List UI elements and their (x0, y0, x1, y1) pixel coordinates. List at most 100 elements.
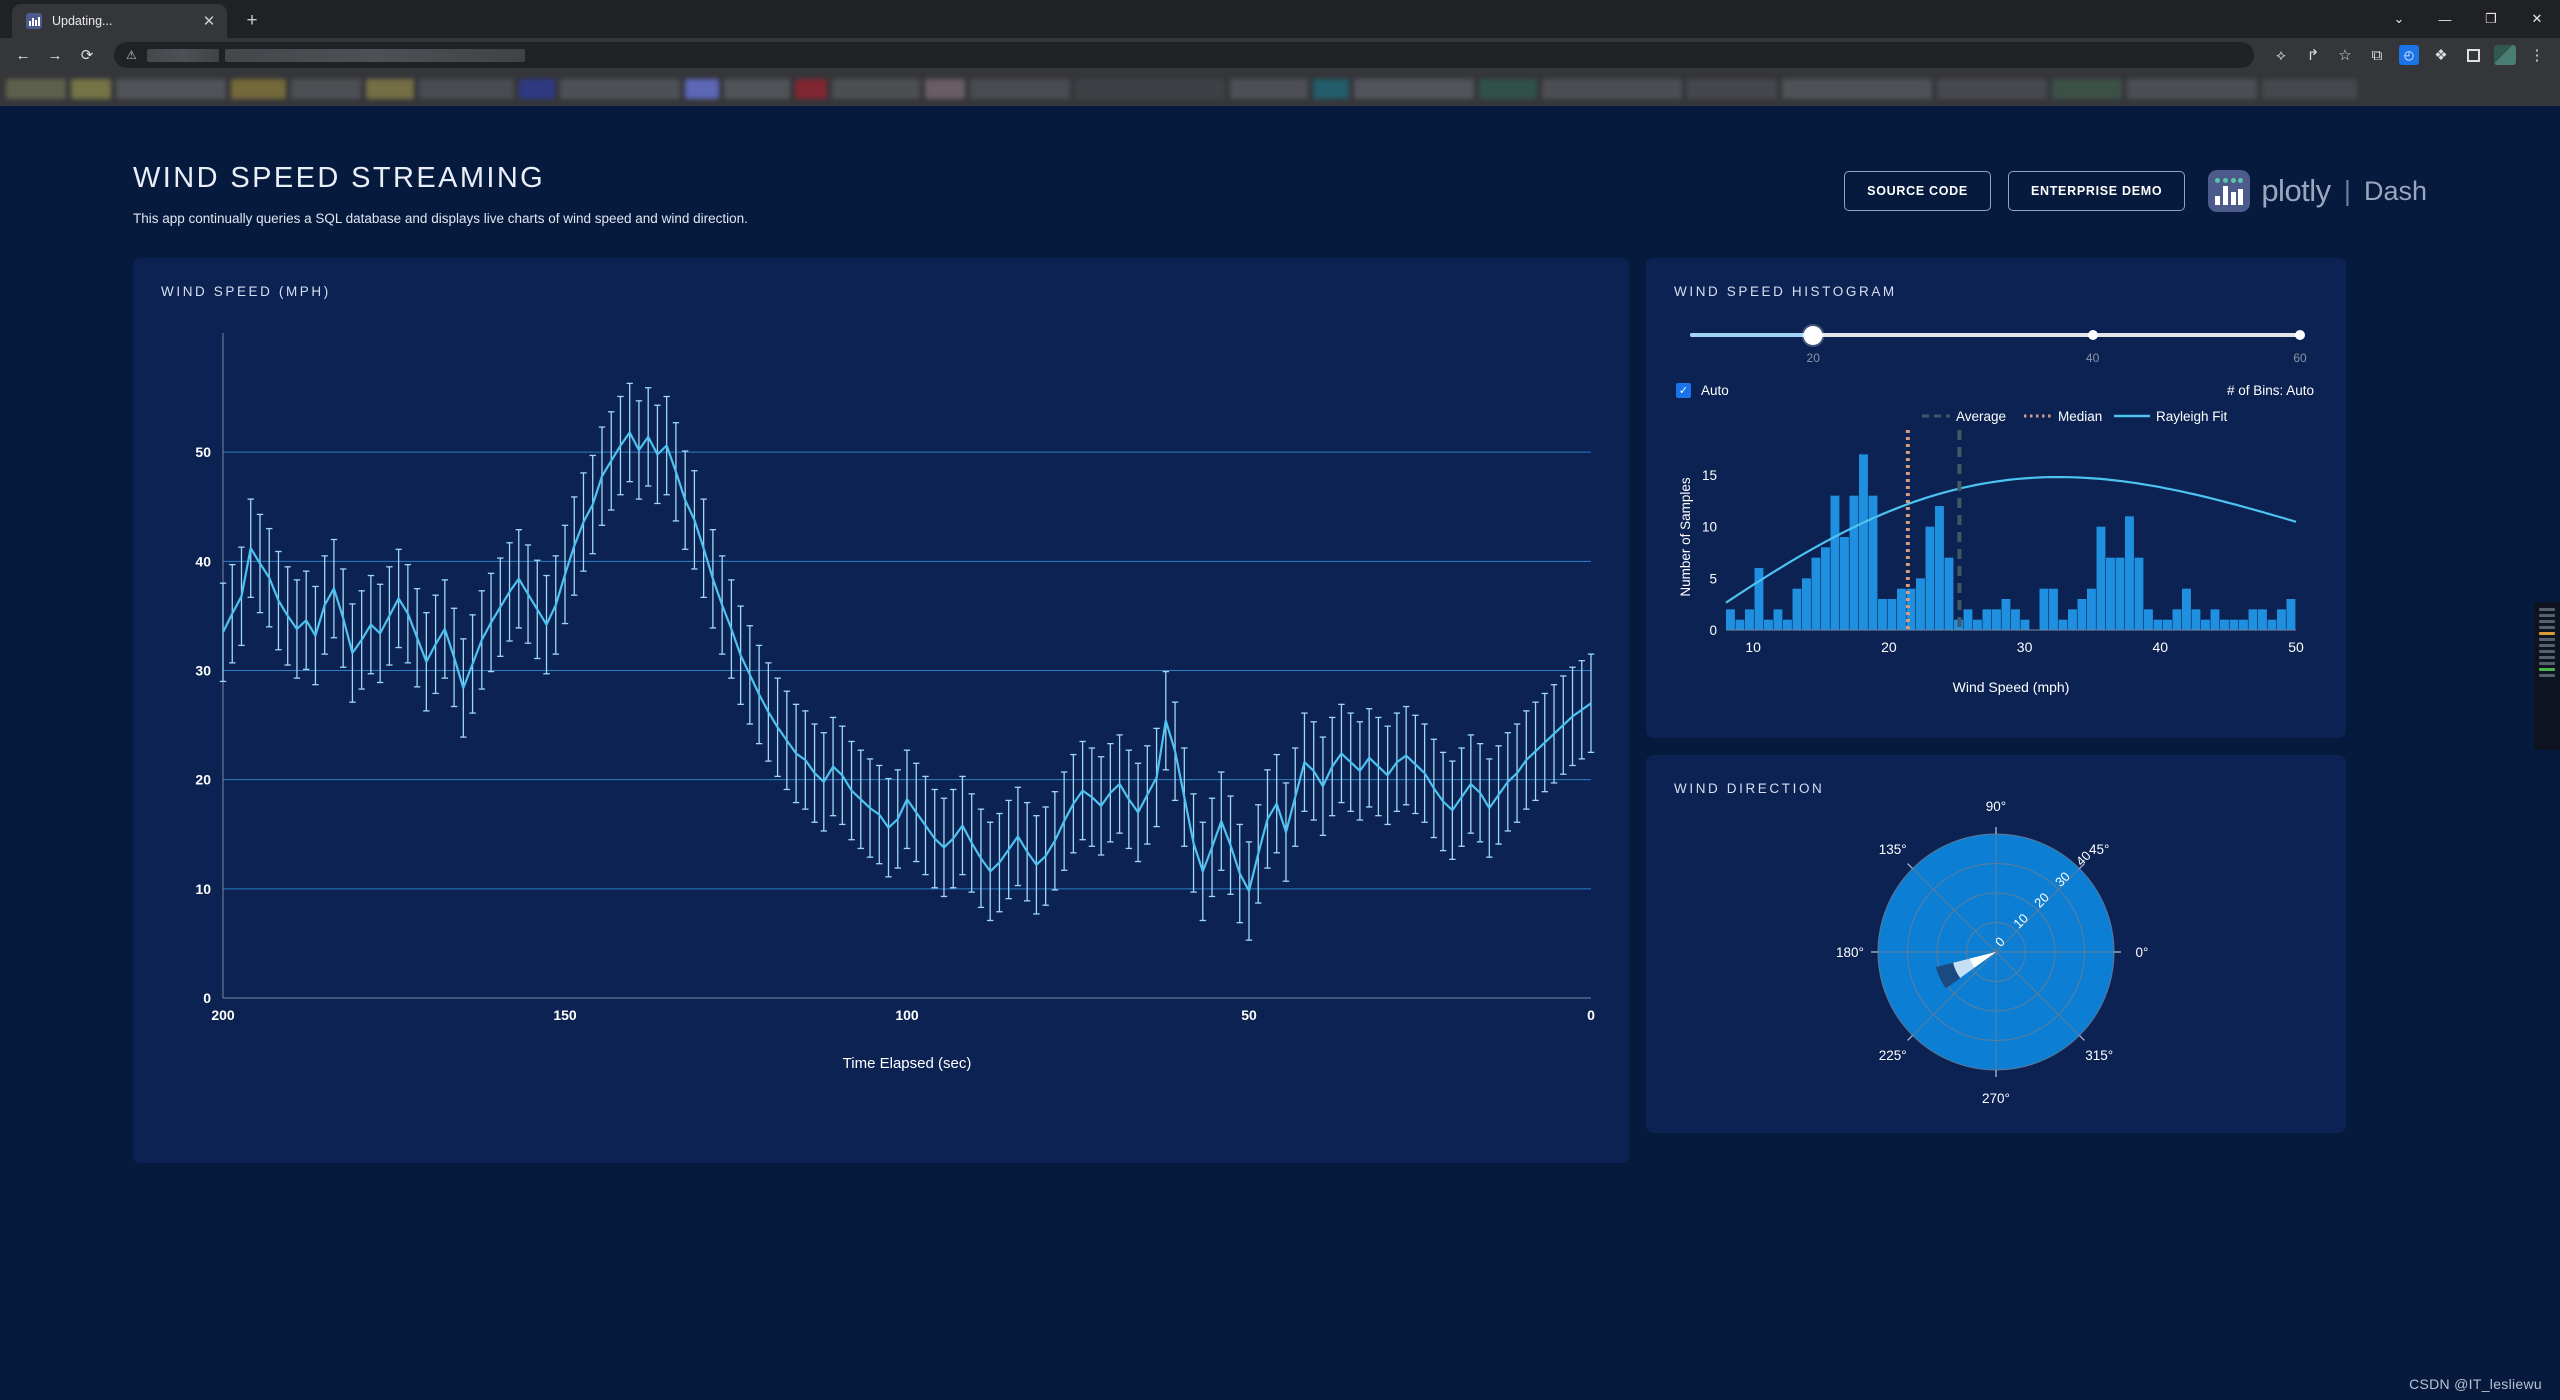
svg-text:100: 100 (895, 1007, 919, 1023)
forward-icon[interactable]: → (40, 41, 70, 69)
bookmark-item[interactable] (685, 79, 719, 99)
svg-text:180°: 180° (1836, 945, 1864, 960)
reload-icon[interactable]: ⟳ (72, 41, 102, 69)
bookmark-item[interactable] (1542, 79, 1682, 99)
right-column: WIND SPEED HISTOGRAM 20 40 60 ✓ Auto # o… (1646, 258, 2346, 1133)
bookmark-item[interactable] (1230, 79, 1308, 99)
source-code-button[interactable]: SOURCE CODE (1844, 171, 1991, 211)
back-icon[interactable]: ← (8, 41, 38, 69)
bookmark-item[interactable] (2052, 79, 2122, 99)
bookmark-item[interactable] (832, 79, 920, 99)
svg-text:Number of Samples: Number of Samples (1678, 477, 1693, 597)
svg-text:5: 5 (1709, 571, 1717, 586)
svg-text:40: 40 (195, 553, 211, 569)
bookmark-item[interactable] (970, 79, 1070, 99)
dash-app: WIND SPEED STREAMING This app continuall… (0, 106, 2560, 1400)
bookmark-item[interactable] (925, 79, 965, 99)
translate-icon[interactable]: ⟡ (2266, 41, 2296, 69)
svg-text:135°: 135° (1879, 842, 1907, 857)
bookmark-item[interactable] (560, 79, 680, 99)
svg-text:50: 50 (195, 444, 211, 460)
url-redacted-1 (146, 48, 219, 62)
browser-toolbar: ← → ⟳ ⚠ ⟡ ↱ ☆ ⧉ ◴ ❖ ⋮ (0, 38, 2560, 72)
browser-window: Updating... ✕ + ⌄ — ❐ ✕ ← → ⟳ ⚠ ⟡ ↱ ☆ ⧉ … (0, 0, 2560, 1400)
slider-tick-60[interactable] (2295, 330, 2305, 340)
split-screen-icon[interactable]: ⧉ (2362, 41, 2392, 69)
wind-speed-card: WIND SPEED (MPH) 0 10 20 30 40 50 200 150 100 50 0… (133, 258, 1629, 1163)
tab-close-icon[interactable]: ✕ (199, 14, 219, 29)
browser-menu-icon[interactable]: ⋮ (2522, 41, 2552, 69)
svg-text:0: 0 (1709, 623, 1717, 638)
browser-tab[interactable]: Updating... ✕ (12, 4, 227, 38)
extensions-icon[interactable]: ❖ (2426, 41, 2456, 69)
bookmark-item[interactable] (1937, 79, 2047, 99)
app-header-text: WIND SPEED STREAMING This app continuall… (133, 162, 748, 226)
bookmark-item[interactable] (1687, 79, 1777, 99)
slider-mark-label: 60 (2293, 351, 2307, 365)
collections-icon[interactable] (2458, 41, 2488, 69)
logo-divider: | (2343, 175, 2351, 206)
not-secure-icon: ⚠ (126, 48, 137, 62)
bookmark-item[interactable] (1075, 79, 1225, 99)
svg-text:50: 50 (2288, 639, 2304, 655)
page-title: WIND SPEED STREAMING (133, 162, 546, 194)
close-window-button[interactable]: ✕ (2514, 3, 2560, 35)
svg-text:15: 15 (1702, 468, 1717, 483)
bookmark-item[interactable] (2127, 79, 2257, 99)
bookmark-item[interactable] (2262, 79, 2357, 99)
auto-checkbox-row[interactable]: ✓ Auto (1676, 383, 1729, 398)
bookmark-item[interactable] (1313, 79, 1349, 99)
history-icon[interactable]: ◴ (2394, 41, 2424, 69)
page-minimap[interactable] (2534, 602, 2560, 750)
svg-text:200: 200 (211, 1007, 235, 1023)
enterprise-demo-button[interactable]: ENTERPRISE DEMO (2007, 171, 2186, 211)
bookmark-item[interactable] (6, 79, 66, 99)
bins-count-label: # of Bins: Auto (2226, 383, 2314, 398)
tab-search-icon[interactable]: ⌄ (2376, 3, 2422, 35)
minimize-button[interactable]: — (2422, 3, 2468, 35)
profile-avatar[interactable] (2490, 41, 2520, 69)
histogram-card-title: WIND SPEED HISTOGRAM (1674, 284, 1897, 299)
header-actions: SOURCE CODE ENTERPRISE DEMO plotly | Das… (1844, 170, 2427, 212)
bookmark-item[interactable] (1479, 79, 1537, 99)
wind-speed-chart[interactable]: 0 10 20 30 40 50 200 150 100 50 0 Time Elapsed (sec… (161, 303, 1601, 1103)
svg-text:10: 10 (1745, 639, 1761, 655)
wind-speed-card-title: WIND SPEED (MPH) (161, 284, 331, 299)
svg-text:Average: Average (1956, 409, 2006, 424)
bookmark-item[interactable] (291, 79, 361, 99)
toolbar-actions: ⟡ ↱ ☆ ⧉ ◴ ❖ ⋮ (2266, 41, 2552, 69)
bookmark-star-icon[interactable]: ☆ (2330, 41, 2360, 69)
maximize-button[interactable]: ❐ (2468, 3, 2514, 35)
slider-mark-label: 40 (2085, 351, 2100, 365)
svg-text:20: 20 (195, 772, 211, 788)
wind-direction-chart[interactable]: 0°45°90°135°180°225°270°315°010203040 (1674, 799, 2318, 1106)
new-tab-button[interactable]: + (239, 10, 265, 32)
histogram-chart[interactable]: Average Median Rayleigh Fit 0 5 10 15 Number of… (1674, 398, 2318, 698)
svg-text:0: 0 (203, 990, 211, 1006)
share-icon[interactable]: ↱ (2298, 41, 2328, 69)
bookmark-item[interactable] (366, 79, 414, 99)
tab-title: Updating... (52, 14, 113, 28)
slider-mark-label: 20 (1806, 351, 1820, 365)
bookmarks-bar (0, 72, 2560, 106)
bins-slider[interactable]: 20 40 60 (1690, 325, 2307, 369)
bookmark-item[interactable] (71, 79, 111, 99)
bookmark-item[interactable] (519, 79, 555, 99)
svg-text:Median: Median (2058, 409, 2102, 424)
bookmark-item[interactable] (1354, 79, 1474, 99)
bookmark-item[interactable] (231, 79, 286, 99)
bookmark-item[interactable] (1782, 79, 1932, 99)
histogram-options: ✓ Auto # of Bins: Auto (1676, 383, 2314, 398)
slider-tick-40[interactable] (2087, 330, 2098, 340)
bookmark-item[interactable] (795, 79, 827, 99)
plotly-dash-logo[interactable]: plotly | Dash (2208, 170, 2427, 212)
auto-checkbox[interactable]: ✓ (1676, 383, 1691, 398)
bookmark-item[interactable] (419, 79, 514, 99)
svg-text:150: 150 (553, 1007, 577, 1023)
svg-text:Time Elapsed (sec): Time Elapsed (sec) (843, 1055, 972, 1072)
address-bar[interactable]: ⚠ (114, 42, 2254, 68)
bookmark-item[interactable] (116, 79, 226, 99)
bookmark-item[interactable] (724, 79, 790, 99)
svg-text:0°: 0° (2136, 945, 2149, 960)
slider-handle[interactable] (1803, 326, 1823, 345)
